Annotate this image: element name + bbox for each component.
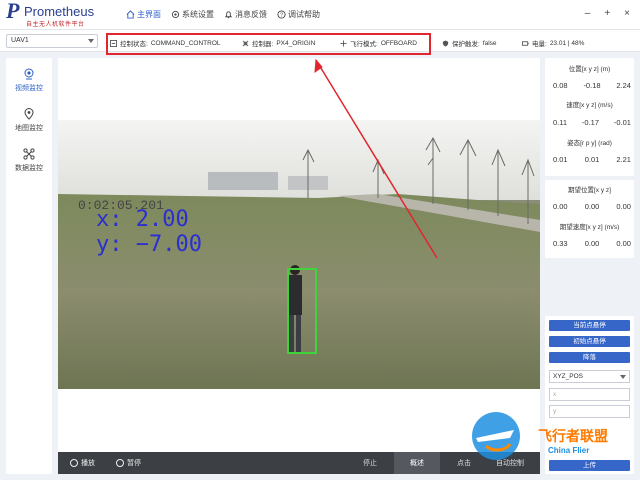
position-y: -0.18 [583, 81, 601, 90]
state-panel: 位置[x y z] (m) 0.08 -0.18 2.24 速度[x y z] … [545, 58, 634, 176]
position-title: 位置[x y z] (m) [568, 66, 611, 73]
desired-position-y: 0.00 [584, 202, 600, 211]
watermark-text: 飞行者联盟 [538, 428, 608, 444]
desired-velocity-row: 0.33 0.00 0.00 [553, 239, 631, 248]
attitude-roll: 0.01 [553, 155, 568, 164]
desired-position-x: 0.00 [553, 202, 568, 211]
play-icon [70, 459, 78, 467]
watermark: 飞行者联盟 China Flier [456, 408, 636, 468]
attitude-pitch: 0.01 [584, 155, 600, 164]
velocity-title: 速度[x y z] (m/s) [566, 102, 613, 109]
desired-velocity-z: 0.00 [616, 239, 631, 248]
hover-current-button[interactable]: 当前点悬停 [549, 320, 630, 331]
velocity-row: 0.11 -0.17 -0.01 [553, 118, 631, 127]
hover-init-button[interactable]: 初始点悬停 [549, 336, 630, 347]
velocity-x: 0.11 [553, 118, 568, 127]
x-input[interactable]: x [549, 388, 630, 401]
mode-select[interactable]: XYZ_POS [549, 370, 630, 383]
x-input-placeholder: x [553, 391, 557, 398]
desired-velocity-y: 0.00 [584, 239, 600, 248]
mode-select-value: XYZ_POS [553, 373, 583, 380]
position-x: 0.08 [553, 81, 568, 90]
land-button[interactable]: 降落 [549, 352, 630, 363]
play-button[interactable]: 播放 [70, 458, 95, 468]
velocity-y: -0.17 [581, 118, 600, 127]
desired-position-row: 0.00 0.00 0.00 [553, 202, 631, 211]
desired-velocity-title: 期望速度[x y z] (m/s) [559, 224, 620, 231]
chevron-down-icon [620, 375, 626, 379]
desired-position-title: 期望位置[x y z] [568, 187, 611, 194]
tab-overview[interactable]: 概述 [394, 452, 440, 474]
velocity-z: -0.01 [613, 118, 631, 127]
attitude-row: 0.01 0.01 2.21 [553, 155, 631, 164]
pause-button[interactable]: 暂停 [116, 458, 141, 468]
watermark-sub: China Flier [548, 446, 590, 455]
desired-position-z: 0.00 [616, 202, 631, 211]
attitude-yaw: 2.21 [616, 155, 631, 164]
position-z: 2.24 [616, 81, 631, 90]
desired-panel: 期望位置[x y z] 0.00 0.00 0.00 期望速度[x y z] (… [545, 180, 634, 258]
position-row: 0.08 -0.18 2.24 [553, 81, 631, 90]
pause-icon [116, 459, 124, 467]
play-label: 播放 [81, 460, 95, 467]
tab-stop[interactable]: 停止 [352, 452, 388, 474]
desired-velocity-x: 0.33 [553, 239, 568, 248]
pause-label: 暂停 [127, 460, 141, 467]
attitude-title: 姿态[r p y] (rad) [567, 140, 612, 147]
